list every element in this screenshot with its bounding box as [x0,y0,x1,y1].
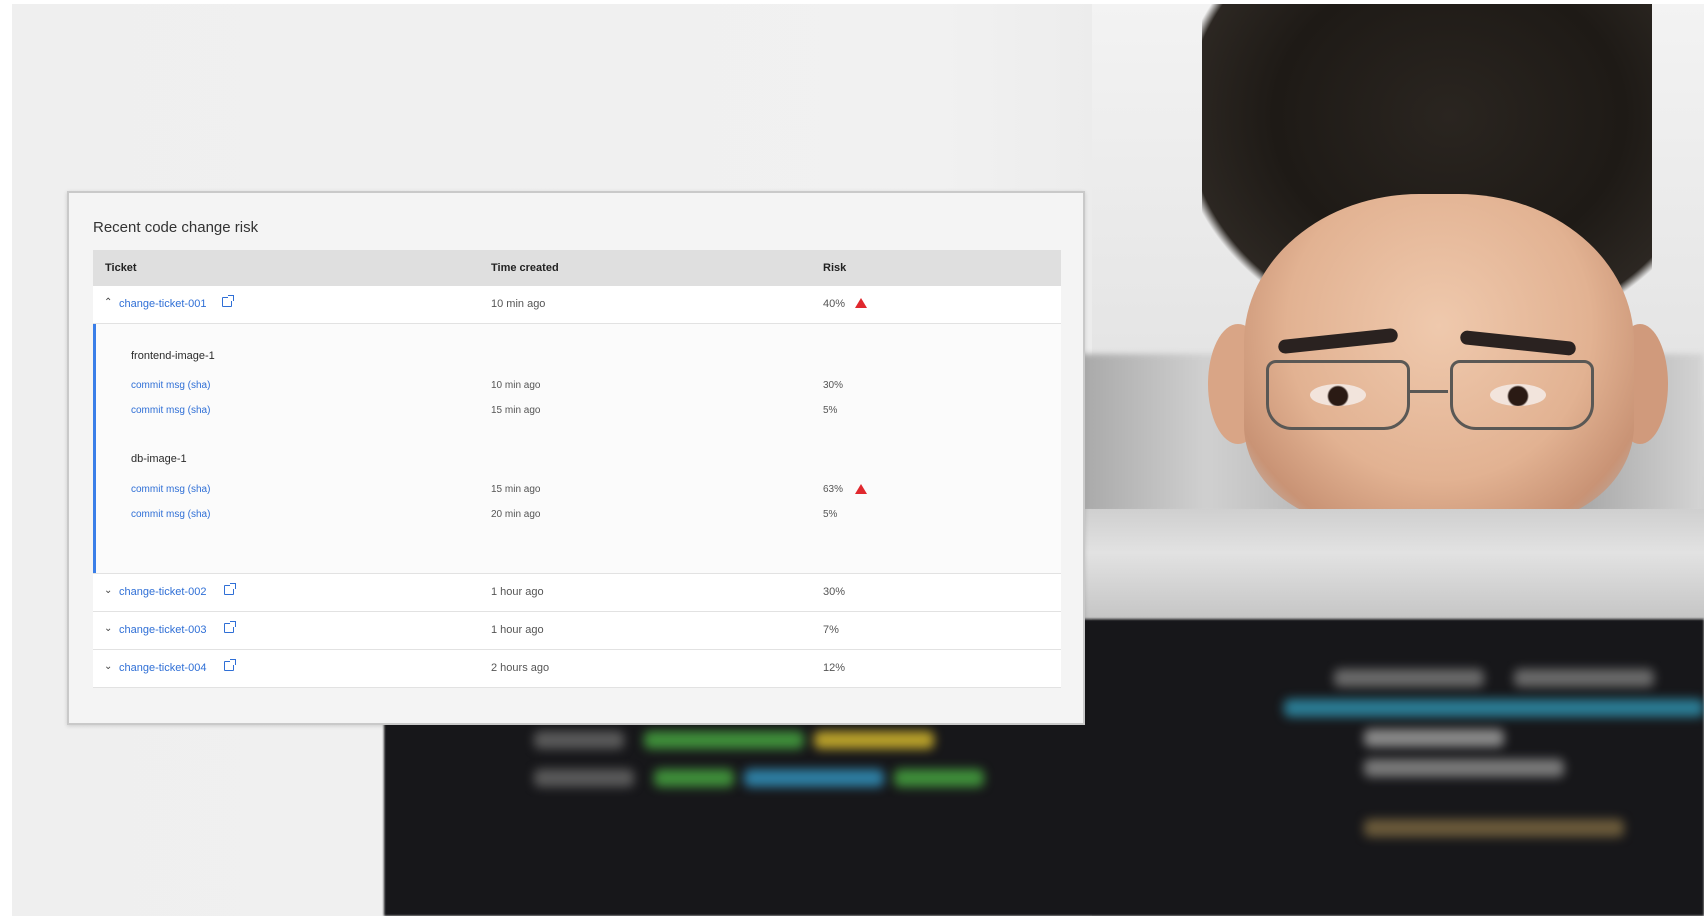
chevron-down-icon[interactable]: ⌄ [104,585,112,596]
external-link-icon[interactable] [224,659,236,671]
commit-risk: 5% [823,405,838,416]
column-header-ticket: Ticket [105,262,137,274]
column-header-time: Time created [491,262,559,274]
risk-value: 30% [823,586,846,598]
commit-risk: 5% [823,509,838,520]
card-title: Recent code change risk [93,219,259,236]
external-link-icon[interactable] [224,583,236,595]
ticket-link[interactable]: change-ticket-004 [119,662,206,674]
column-header-risk: Risk [823,262,847,274]
expanded-row-details: frontend-image-1 commit msg (sha) 10 min… [93,324,1061,574]
image-group-label: db-image-1 [131,453,187,465]
commit-time: 15 min ago [491,405,541,416]
commit-link[interactable]: commit msg (sha) [131,484,210,495]
ticket-link[interactable]: change-ticket-002 [119,586,206,598]
person-eye-right [1490,384,1546,406]
code-change-risk-card: Recent code change risk Ticket Time crea… [67,191,1085,725]
table-row[interactable]: ⌄ change-ticket-004 2 hours ago 12% [93,650,1061,688]
chevron-down-icon[interactable]: ⌄ [104,623,112,634]
external-link-icon[interactable] [222,295,234,307]
person-eye-left [1310,384,1366,406]
commit-link[interactable]: commit msg (sha) [131,405,210,416]
commit-time: 15 min ago [491,484,541,495]
commit-time: 20 min ago [491,509,541,520]
glasses-bridge [1408,390,1448,393]
image-group-label: frontend-image-1 [131,350,215,362]
monitor-frame [1012,509,1704,619]
risk-value: 40% [823,298,846,310]
risk-value: 7% [823,624,839,636]
ticket-link[interactable]: change-ticket-003 [119,624,206,636]
risk-table: Ticket Time created Risk ⌃ change-ticket… [93,250,1061,688]
expanded-accent-bar [93,324,96,573]
commit-risk: 30% [823,380,844,391]
chevron-down-icon[interactable]: ⌄ [104,661,112,672]
warning-icon [855,298,867,308]
commit-link[interactable]: commit msg (sha) [131,380,210,391]
time-created: 10 min ago [491,298,546,310]
time-created: 1 hour ago [491,624,544,636]
table-header: Ticket Time created Risk [93,250,1061,286]
commit-link[interactable]: commit msg (sha) [131,509,210,520]
chevron-up-icon[interactable]: ⌃ [104,297,112,308]
ticket-link[interactable]: change-ticket-001 [119,298,206,310]
table-row[interactable]: ⌄ change-ticket-002 1 hour ago 30% [93,574,1061,612]
time-created: 2 hours ago [491,662,550,674]
time-created: 1 hour ago [491,586,544,598]
external-link-icon[interactable] [224,621,236,633]
table-row[interactable]: ⌃ change-ticket-001 10 min ago 40% [93,286,1061,324]
table-row[interactable]: ⌄ change-ticket-003 1 hour ago 7% [93,612,1061,650]
warning-icon [855,484,867,494]
commit-time: 10 min ago [491,380,541,391]
commit-risk: 63% [823,484,844,495]
person-face [1244,194,1634,524]
risk-value: 12% [823,662,846,674]
